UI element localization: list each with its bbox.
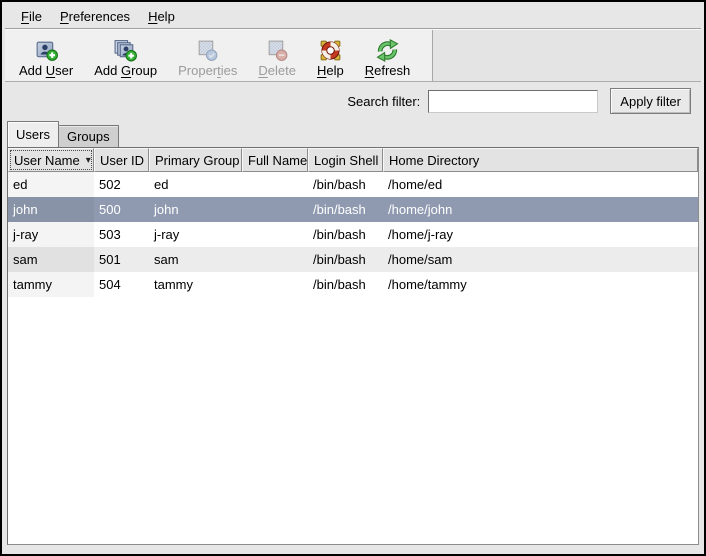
search-filter-row: Search filter: Apply filter — [5, 82, 701, 120]
tab-groups[interactable]: Groups — [59, 125, 119, 147]
table-row-selected[interactable]: john 500 john /bin/bash /home/john — [8, 197, 698, 222]
delete-button[interactable]: Delete — [254, 38, 300, 78]
refresh-button[interactable]: Refresh — [361, 38, 415, 78]
add-user-label: Add User — [19, 63, 73, 78]
add-user-button[interactable]: Add User — [15, 38, 77, 78]
menubar: File Preferences Help — [5, 5, 701, 28]
table-header-row: User Name ▾ User ID Primary Group Full N… — [8, 148, 698, 172]
column-header-user-id[interactable]: User ID — [94, 148, 149, 172]
menu-help[interactable]: Help — [139, 7, 184, 26]
menu-file[interactable]: File — [12, 7, 51, 26]
table-empty-area — [8, 297, 698, 544]
toolbar-row: Add User Add Group — [5, 30, 701, 82]
table-row[interactable]: ed 502 ed /bin/bash /home/ed — [8, 172, 698, 197]
delete-icon — [265, 38, 290, 63]
search-filter-label: Search filter: — [347, 94, 420, 109]
column-header-full-name[interactable]: Full Name — [242, 148, 308, 172]
help-icon — [318, 38, 343, 63]
properties-button[interactable]: Properties — [174, 38, 241, 78]
users-table: User Name ▾ User ID Primary Group Full N… — [7, 147, 699, 545]
help-label: Help — [317, 63, 344, 78]
add-group-button[interactable]: Add Group — [90, 38, 161, 78]
table-row[interactable]: j-ray 503 j-ray /bin/bash /home/j-ray — [8, 222, 698, 247]
help-button[interactable]: Help — [313, 38, 348, 78]
menu-preferences[interactable]: Preferences — [51, 7, 139, 26]
table-row[interactable]: sam 501 sam /bin/bash /home/sam — [8, 247, 698, 272]
apply-filter-button[interactable]: Apply filter — [610, 88, 691, 114]
tabs: Users Groups — [5, 120, 701, 147]
menu-preferences-label: Preferences — [60, 9, 130, 24]
column-header-user-name[interactable]: User Name ▾ — [8, 148, 94, 172]
properties-icon — [195, 38, 220, 63]
refresh-icon — [375, 38, 400, 63]
search-filter-input[interactable] — [428, 90, 598, 113]
sort-arrow-icon: ▾ — [80, 155, 91, 166]
properties-label: Properties — [178, 63, 237, 78]
add-group-icon — [113, 38, 138, 63]
menu-file-label: File — [21, 9, 42, 24]
column-header-primary-group[interactable]: Primary Group — [149, 148, 242, 172]
tab-users[interactable]: Users — [7, 121, 59, 147]
delete-label: Delete — [258, 63, 296, 78]
refresh-label: Refresh — [365, 63, 411, 78]
menu-help-label: Help — [148, 9, 175, 24]
add-user-icon — [34, 38, 59, 63]
column-header-home-directory[interactable]: Home Directory — [383, 148, 698, 172]
user-manager-window: { "menubar": { "items": [ { "pre": "", "… — [0, 0, 706, 556]
table-row[interactable]: tammy 504 tammy /bin/bash /home/tammy — [8, 272, 698, 297]
column-header-login-shell[interactable]: Login Shell — [308, 148, 383, 172]
add-group-label: Add Group — [94, 63, 157, 78]
toolbar: Add User Add Group — [5, 30, 433, 81]
